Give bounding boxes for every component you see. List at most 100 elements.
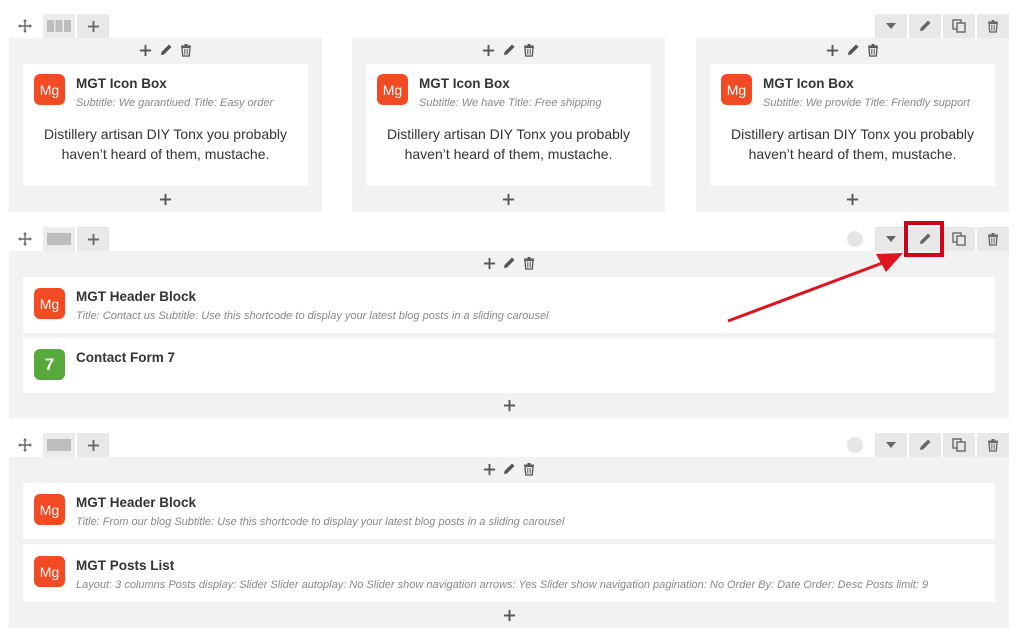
mgt-badge-icon: Mg <box>34 74 65 105</box>
columns-layout-icon <box>47 233 71 245</box>
plus-icon <box>503 609 516 622</box>
add-element-button[interactable] <box>352 188 665 210</box>
mgt-badge-icon: Mg <box>377 74 408 105</box>
row-2-controls <box>9 227 1009 251</box>
contact-form-badge-icon: 7 <box>34 349 65 380</box>
column-toolbar <box>352 38 665 62</box>
add-column-button[interactable] <box>77 227 109 251</box>
pencil-icon[interactable] <box>846 42 860 58</box>
columns-layout-button[interactable] <box>43 14 75 38</box>
columns-layout-icon <box>47 20 71 32</box>
trash-icon <box>986 232 1000 246</box>
row-delete-button[interactable] <box>977 227 1009 251</box>
row-3-column: Mg MGT Header Block Title: From our blog… <box>9 457 1009 628</box>
plus-icon[interactable] <box>482 42 496 58</box>
add-element-button[interactable] <box>696 188 1009 210</box>
plus-icon[interactable] <box>482 255 496 271</box>
mgt-badge-icon: Mg <box>34 288 65 319</box>
mgt-badge-icon: Mg <box>34 556 65 587</box>
row-toggle-button[interactable] <box>875 433 907 457</box>
trash-icon[interactable] <box>522 255 536 271</box>
plus-icon <box>846 193 859 206</box>
row-toggle-button[interactable] <box>875 14 907 38</box>
columns-layout-button[interactable] <box>43 433 75 457</box>
row-toggle-button[interactable] <box>875 227 907 251</box>
element-subtitle: Subtitle: We have Title: Free shipping <box>419 97 602 109</box>
row-clone-button[interactable] <box>943 14 975 38</box>
chevron-down-icon <box>886 442 896 448</box>
plus-icon <box>503 399 516 412</box>
pencil-icon <box>918 438 932 452</box>
column-2: Mg MGT Icon Box Subtitle: We have Title:… <box>352 38 665 212</box>
plus-icon[interactable] <box>482 461 496 477</box>
row-delete-button[interactable] <box>977 433 1009 457</box>
column-3: Mg MGT Icon Box Subtitle: We provide Tit… <box>696 38 1009 212</box>
pencil-icon[interactable] <box>502 461 516 477</box>
element-subtitle: Layout: 3 columns Posts display: Slider … <box>76 579 929 591</box>
row-clone-button[interactable] <box>943 227 975 251</box>
element-subtitle: Subtitle: We provide Title: Friendly sup… <box>763 97 970 109</box>
icon-box-element[interactable]: Mg MGT Icon Box Subtitle: We have Title:… <box>366 64 651 186</box>
element-title: Contact Form 7 <box>76 350 176 365</box>
column-toolbar <box>696 38 1009 62</box>
add-element-button[interactable] <box>9 188 322 210</box>
clone-icon <box>951 231 967 247</box>
trash-icon[interactable] <box>866 42 880 58</box>
trash-icon <box>986 19 1000 33</box>
row-2: Mg MGT Header Block Title: Contact us Su… <box>9 227 1009 418</box>
move-icon[interactable] <box>9 14 41 38</box>
element-subtitle: Title: Contact us Subtitle: Use this sho… <box>76 310 549 322</box>
element-title: MGT Header Block <box>76 289 197 304</box>
add-element-button[interactable] <box>9 604 1009 626</box>
icon-box-element[interactable]: Mg MGT Icon Box Subtitle: We garantiued … <box>23 64 308 186</box>
move-icon[interactable] <box>9 227 41 251</box>
plus-icon <box>87 20 100 33</box>
columns-layout-button[interactable] <box>43 227 75 251</box>
plus-icon <box>502 193 515 206</box>
highlight-box <box>904 221 944 257</box>
add-element-button[interactable] <box>9 394 1009 416</box>
pencil-icon[interactable] <box>502 42 516 58</box>
mgt-badge-icon: Mg <box>34 494 65 525</box>
element-title: MGT Posts List <box>76 558 175 573</box>
element-title: MGT Icon Box <box>763 76 854 91</box>
posts-list-element[interactable]: Mg MGT Posts List Layout: 3 columns Post… <box>23 544 995 602</box>
trash-icon[interactable] <box>179 42 193 58</box>
icon-box-element[interactable]: Mg MGT Icon Box Subtitle: We provide Tit… <box>710 64 995 186</box>
header-block-element[interactable]: Mg MGT Header Block Title: Contact us Su… <box>23 277 995 333</box>
chevron-down-icon <box>886 23 896 29</box>
element-subtitle: Title: From our blog Subtitle: Use this … <box>76 516 565 528</box>
mgt-badge-icon: Mg <box>721 74 752 105</box>
chevron-down-icon <box>886 236 896 242</box>
pencil-icon[interactable] <box>502 255 516 271</box>
trash-icon <box>986 438 1000 452</box>
plus-icon <box>87 439 100 452</box>
columns-layout-icon <box>47 439 71 451</box>
row-1-controls <box>9 14 1009 38</box>
element-subtitle: Subtitle: We garantiued Title: Easy orde… <box>76 97 274 109</box>
move-icon[interactable] <box>9 433 41 457</box>
plus-icon[interactable] <box>826 42 840 58</box>
row-2-column: Mg MGT Header Block Title: Contact us Su… <box>9 251 1009 418</box>
row-edit-button[interactable] <box>909 433 941 457</box>
status-dot <box>847 437 863 453</box>
row-clone-button[interactable] <box>943 433 975 457</box>
plus-icon <box>159 193 172 206</box>
element-text: Distillery artisan DIY Tonx you probably… <box>386 126 631 162</box>
element-text: Distillery artisan DIY Tonx you probably… <box>730 126 975 162</box>
trash-icon[interactable] <box>522 42 536 58</box>
clone-icon <box>951 437 967 453</box>
element-text: Distillery artisan DIY Tonx you probably… <box>43 126 288 162</box>
trash-icon[interactable] <box>522 461 536 477</box>
header-block-element[interactable]: Mg MGT Header Block Title: From our blog… <box>23 483 995 539</box>
add-column-button[interactable] <box>77 433 109 457</box>
plus-icon[interactable] <box>139 42 153 58</box>
pencil-icon[interactable] <box>159 42 173 58</box>
plus-icon <box>87 233 100 246</box>
row-delete-button[interactable] <box>977 14 1009 38</box>
row-edit-button[interactable] <box>909 14 941 38</box>
add-column-button[interactable] <box>77 14 109 38</box>
contact-form-element[interactable]: 7 Contact Form 7 <box>23 338 995 393</box>
element-title: MGT Header Block <box>76 495 197 510</box>
pencil-icon <box>918 19 932 33</box>
